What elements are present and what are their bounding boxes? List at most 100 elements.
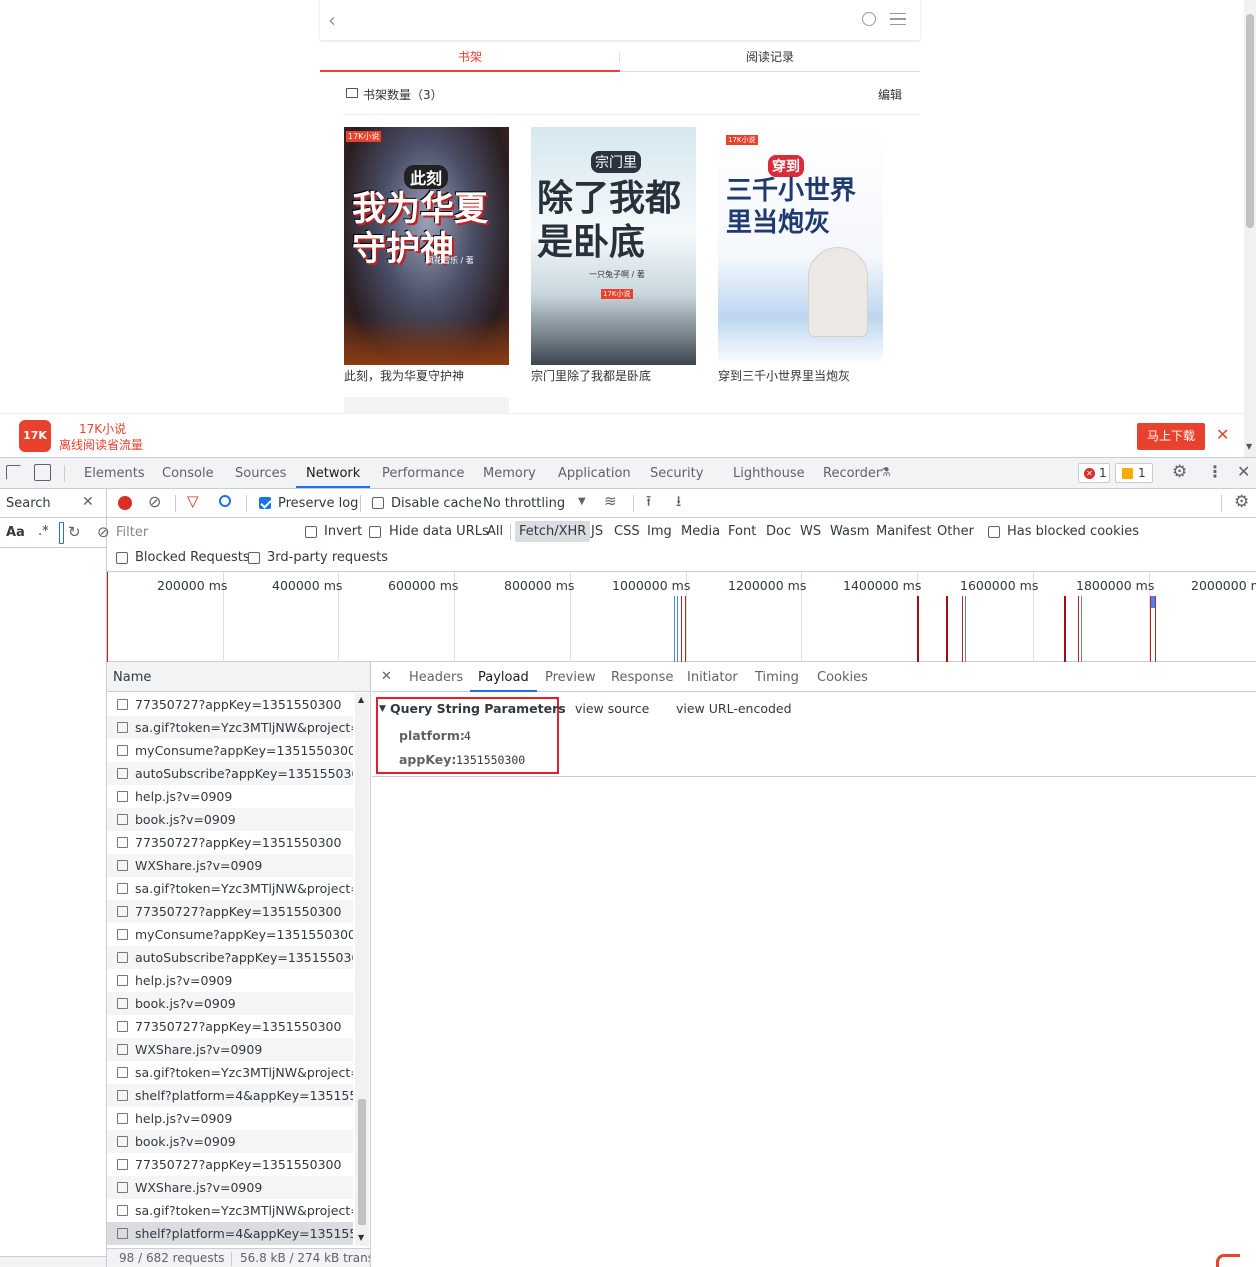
close-banner-icon[interactable]: ✕ [1216, 425, 1229, 444]
chevron-down-icon[interactable]: ▼ [578, 497, 586, 507]
tab-cookies[interactable]: Cookies [817, 662, 868, 692]
request-row[interactable]: book.js?v=0909 [107, 1130, 353, 1153]
search-icon[interactable] [219, 495, 231, 507]
book-cover[interactable]: 17K小说 穿到 三千小世界里当炮灰 [718, 127, 883, 365]
tab-initiator[interactable]: Initiator [687, 662, 738, 692]
request-row[interactable]: help.js?v=0909 [107, 785, 353, 808]
regex-toggle[interactable]: .* [38, 524, 49, 539]
tab-preview[interactable]: Preview [545, 662, 596, 692]
hide-data-urls-checkbox[interactable] [369, 526, 381, 538]
tab-sources[interactable]: Sources [235, 458, 286, 488]
book-title[interactable]: 穿到三千小世界里当炮灰 [718, 367, 883, 384]
page-scrollbar[interactable]: ▼ [1244, 0, 1256, 457]
close-devtools-icon[interactable]: ✕ [1237, 464, 1250, 480]
network-conditions-icon[interactable]: ≋ [604, 494, 617, 509]
record-button[interactable] [118, 496, 132, 510]
request-row[interactable]: WXShare.js?v=0909 [107, 1176, 353, 1199]
filter-icon[interactable]: ▽ [187, 494, 199, 509]
search-icon[interactable] [862, 12, 876, 26]
menu-icon[interactable] [890, 13, 906, 25]
filter-input[interactable]: Filter [109, 520, 293, 544]
timeline-overview[interactable]: 200000 ms 400000 ms 600000 ms 800000 ms … [107, 572, 1256, 662]
inspect-element-icon[interactable] [6, 465, 21, 480]
refresh-icon[interactable]: ↻ [68, 525, 81, 540]
filter-other[interactable]: Other [937, 524, 974, 539]
request-row[interactable]: 77350727?appKey=1351550300 [107, 1015, 353, 1038]
warning-badge[interactable]: 1 [1115, 463, 1153, 483]
request-row[interactable]: WXShare.js?v=0909 [107, 1038, 353, 1061]
filter-wasm[interactable]: Wasm [830, 524, 869, 539]
book-card[interactable]: 17K小说 穿到 三千小世界里当炮灰 穿到三千小世界里当炮灰 [718, 127, 883, 384]
edit-button[interactable]: 编辑 [878, 86, 902, 103]
request-row[interactable]: 77350727?appKey=1351550300 [107, 900, 353, 923]
disable-cache-checkbox[interactable] [372, 497, 384, 509]
tab-headers[interactable]: Headers [409, 662, 463, 692]
import-har-icon[interactable]: ⭱ [646, 494, 651, 509]
book-title[interactable]: 此刻，我为华夏守护神 [344, 367, 509, 384]
book-cover[interactable]: 宗门里 除了我都是卧底 一只兔子啊 / 著 17K小说 [531, 127, 696, 365]
network-settings-icon[interactable]: ⚙ [1234, 494, 1249, 511]
filter-all[interactable]: All [487, 524, 503, 539]
close-detail-icon[interactable]: ✕ [381, 670, 392, 683]
tab-application[interactable]: Application [558, 458, 631, 488]
request-row[interactable]: 77350727?appKey=1351550300 [107, 1153, 353, 1176]
query-string-title[interactable]: Query String Parameters [390, 701, 566, 716]
blocked-requests-checkbox[interactable] [116, 552, 128, 564]
request-row[interactable]: book.js?v=0909 [107, 992, 353, 1015]
filter-manifest[interactable]: Manifest [876, 524, 931, 539]
close-search-icon[interactable]: ✕ [82, 495, 94, 509]
view-url-encoded-link[interactable]: view URL-encoded [676, 701, 792, 716]
tab-elements[interactable]: Elements [84, 458, 145, 488]
book-card[interactable]: 宗门里 除了我都是卧底 一只兔子啊 / 著 17K小说 宗门里除了我都是卧底 [531, 127, 696, 384]
book-card[interactable]: 17K小说 此刻 我为华夏守护神 凤花雪乐 / 著 此刻，我为华夏守护神 [344, 127, 509, 384]
request-row[interactable]: book.js?v=0909 [107, 808, 353, 831]
scroll-up-icon[interactable]: ▲ [358, 695, 364, 704]
request-row[interactable]: myConsume?appKey=1351550300 [107, 739, 353, 762]
tab-security[interactable]: Security [650, 458, 703, 488]
throttling-select[interactable]: No throttling [483, 496, 565, 511]
tab-payload[interactable]: Payload [470, 662, 537, 692]
settings-gear-icon[interactable]: ⚙ [1172, 464, 1187, 481]
request-row[interactable]: help.js?v=0909 [107, 1107, 353, 1130]
request-row[interactable]: sa.gif?token=Yzc3MTljNW&project=r [107, 716, 353, 739]
error-badge[interactable]: ✕ 1 [1078, 463, 1110, 483]
tab-network[interactable]: Network [296, 458, 371, 488]
request-row[interactable]: 77350727?appKey=1351550300 [107, 693, 353, 716]
request-row[interactable]: autoSubscribe?appKey=1351550300 [107, 946, 353, 969]
clear-icon[interactable]: ⊘ [148, 494, 161, 510]
filter-fetch-xhr[interactable]: Fetch/XHR [515, 521, 591, 542]
tab-performance[interactable]: Performance [382, 458, 464, 488]
request-row[interactable]: myConsume?appKey=1351550300 [107, 923, 353, 946]
preserve-log-checkbox[interactable] [259, 497, 271, 509]
view-source-link[interactable]: view source [575, 701, 649, 716]
tab-memory[interactable]: Memory [483, 458, 536, 488]
request-row[interactable]: help.js?v=0909 [107, 969, 353, 992]
device-toolbar-icon[interactable] [34, 464, 51, 481]
tab-timing[interactable]: Timing [755, 662, 799, 692]
tab-bookshelf[interactable]: 书架 [320, 44, 620, 72]
filter-media[interactable]: Media [681, 524, 720, 539]
filter-doc[interactable]: Doc [766, 524, 791, 539]
download-button[interactable]: 马上下载 [1137, 423, 1205, 450]
request-list-scrollbar[interactable]: ▲ ▼ [355, 693, 369, 1246]
search-input[interactable] [59, 522, 64, 544]
expand-triangle-icon[interactable]: ▼ [379, 705, 386, 714]
scroll-down-icon[interactable]: ▼ [1246, 442, 1252, 451]
export-har-icon[interactable]: ⭳ [676, 494, 681, 509]
book-cover[interactable]: 17K小说 此刻 我为华夏守护神 凤花雪乐 / 著 [344, 127, 509, 365]
request-row[interactable]: sa.gif?token=Yzc3MTljNW&project=r [107, 877, 353, 900]
scroll-down-icon[interactable]: ▼ [358, 1233, 364, 1242]
book-title[interactable]: 宗门里除了我都是卧底 [531, 367, 696, 384]
tab-response[interactable]: Response [611, 662, 673, 692]
filter-js[interactable]: JS [591, 524, 603, 539]
back-icon[interactable]: ‹ [328, 10, 336, 30]
filter-css[interactable]: CSS [614, 524, 640, 539]
request-row[interactable]: sa.gif?token=Yzc3MTljNW&project=r [107, 1061, 353, 1084]
request-row[interactable]: autoSubscribe?appKey=1351550300 [107, 762, 353, 785]
request-row[interactable]: 77350727?appKey=1351550300 [107, 831, 353, 854]
tab-lighthouse[interactable]: Lighthouse [733, 458, 805, 488]
tab-recorder[interactable]: Recorder [823, 458, 881, 488]
request-row[interactable]: sa.gif?token=Yzc3MTljNW&project=r [107, 1199, 353, 1222]
tab-console[interactable]: Console [162, 458, 214, 488]
has-blocked-cookies-checkbox[interactable] [988, 526, 1000, 538]
